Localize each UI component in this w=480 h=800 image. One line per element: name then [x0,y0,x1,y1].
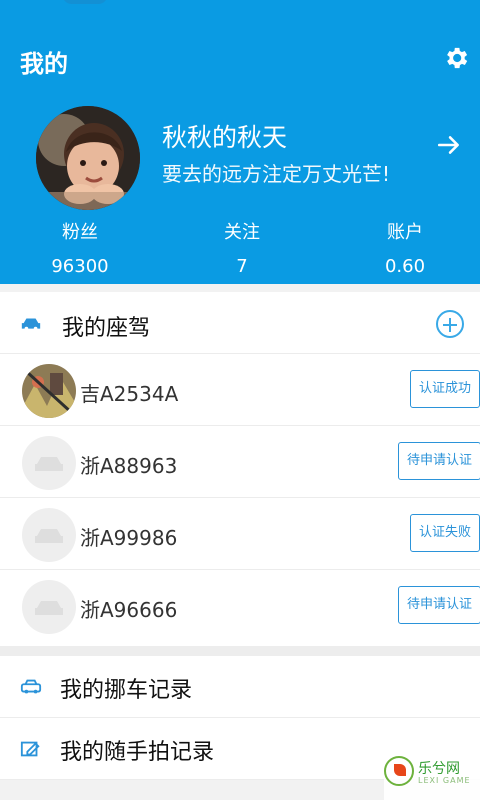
fans-value[interactable]: 96300 [20,256,140,277]
car-placeholder-icon [35,457,63,471]
arrow-right-icon[interactable] [436,132,462,158]
car-row[interactable]: 浙A99986 认证失败 [0,498,480,570]
car-placeholder-icon [35,529,63,543]
my-cars-header: 我的座驾 [0,292,480,354]
verification-status-button[interactable]: 认证失败 [410,514,480,552]
account-value[interactable]: 0.60 [345,256,465,277]
page-title: 我的 [20,50,68,78]
watermark-text: 乐兮网 [418,761,460,777]
car-image [22,364,76,418]
car-row[interactable]: 浙A88963 待申请认证 [0,426,480,498]
fans-label: 粉丝 [62,222,98,243]
plate-number: 浙A96666 [80,598,178,622]
watermark-subtext: LEXI GAME [418,776,471,785]
verification-status-button[interactable]: 待申请认证 [398,442,480,480]
car-icon [21,318,41,331]
plate-number: 吉A2534A [80,382,179,406]
car-icon [20,679,42,694]
watermark: 乐兮网 LEXI GAME [384,752,480,800]
section-divider [0,646,480,656]
car-placeholder [22,580,76,634]
avatar[interactable] [36,106,140,210]
plate-number: 浙A99986 [80,526,178,550]
status-bar-decoration [62,0,108,4]
menu-label: 我的随手拍记录 [60,740,215,765]
menu-item-move-records[interactable]: 我的挪车记录 [0,656,480,718]
menu-label: 我的挪车记录 [60,678,193,703]
watermark-logo-icon [384,756,414,786]
car-placeholder [22,436,76,490]
verification-status-button[interactable]: 认证成功 [410,370,480,408]
car-placeholder-icon [35,601,63,615]
following-label: 关注 [224,222,260,243]
following-value[interactable]: 7 [182,256,302,277]
avatar-image [36,106,140,210]
profile-header: 我的 秋秋的秋天 要去的远方注定万丈光芒! 粉丝 96300 关注 7 账户 0… [0,0,480,284]
user-motto: 要去的远方注定万丈光芒! [162,162,391,186]
user-name: 秋秋的秋天 [162,123,288,152]
verification-status-button[interactable]: 待申请认证 [398,586,480,624]
car-thumbnail [22,364,76,418]
add-car-button[interactable] [436,310,464,338]
section-title: 我的座驾 [62,316,151,341]
account-label: 账户 [387,222,423,243]
my-cars-card: 我的座驾 吉A2534A 认证成功 浙A88963 待申请认证 浙A99986 … [0,292,480,646]
edit-icon [20,741,40,757]
car-row[interactable]: 浙A96666 待申请认证 [0,570,480,642]
car-row[interactable]: 吉A2534A 认证成功 [0,354,480,426]
car-placeholder [22,508,76,562]
plate-number: 浙A88963 [80,454,178,478]
gear-icon[interactable] [442,44,470,72]
